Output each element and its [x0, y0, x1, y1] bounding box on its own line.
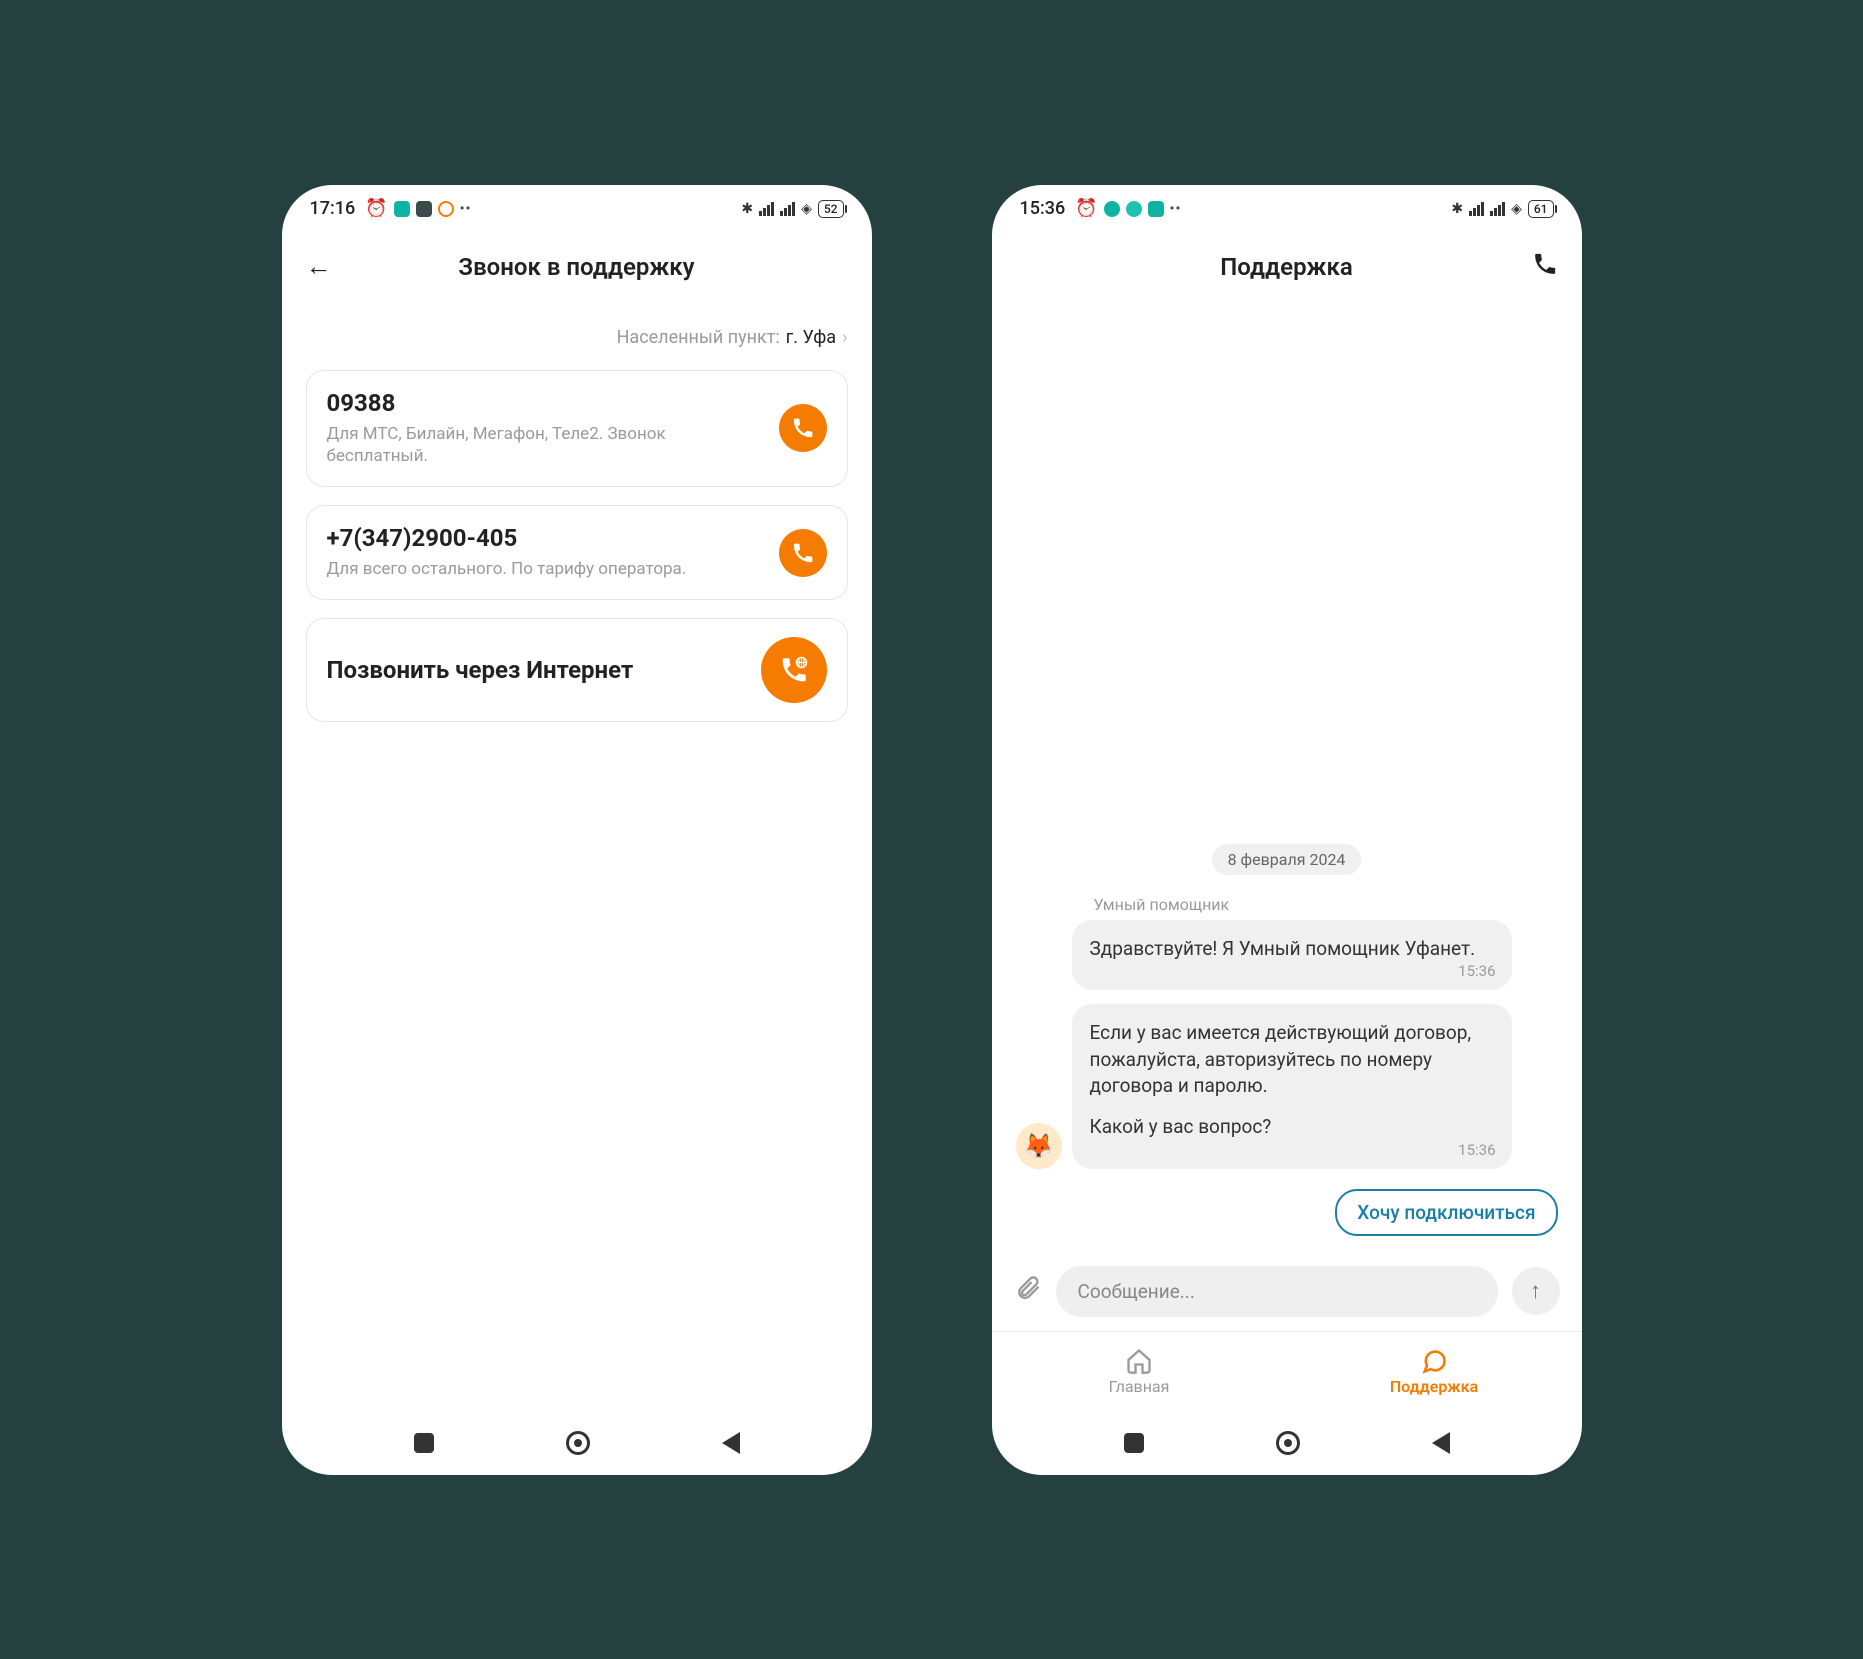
locality-label: Населенный пункт: [617, 327, 780, 348]
message-input[interactable]: Сообщение... [1056, 1266, 1498, 1317]
home-button[interactable] [566, 1431, 590, 1455]
app-indicator-icon [1148, 201, 1164, 217]
alarm-icon: ⏰ [365, 198, 387, 219]
message-text: Какой у вас вопрос? [1090, 1114, 1494, 1141]
home-button[interactable] [1276, 1431, 1300, 1455]
recents-button[interactable] [1124, 1433, 1144, 1453]
nav-support[interactable]: Поддержка [1287, 1332, 1582, 1411]
voip-title: Позвонить через Интернет [327, 656, 745, 685]
alarm-icon: ⏰ [1075, 198, 1097, 219]
message-text: Здравствуйте! Я Умный помощник Уфанет. [1090, 937, 1476, 960]
arrow-up-icon: ↑ [1530, 1278, 1541, 1304]
page-title: Поддержка [992, 253, 1582, 281]
chat-icon [1420, 1347, 1448, 1375]
back-button[interactable] [1432, 1432, 1450, 1454]
quick-reply-chip[interactable]: Хочу подключиться [1335, 1189, 1557, 1236]
message-time: 15:36 [1458, 1140, 1495, 1161]
message-text: Если у вас имеется действующий договор, … [1090, 1020, 1494, 1100]
app-header: ← Звонок в поддержку [282, 233, 872, 301]
locality-value: г. Уфа [786, 327, 836, 348]
app-indicator-icon [1104, 201, 1120, 217]
app-indicator-icon [416, 201, 432, 217]
dial-button[interactable] [779, 404, 827, 452]
back-button[interactable] [722, 1432, 740, 1454]
phone-icon [791, 416, 815, 440]
signal-icon [759, 202, 774, 216]
call-support-content: Населенный пункт: г. Уфа › 09388 Для МТС… [282, 301, 872, 1411]
chat-input-bar: Сообщение... ↑ [992, 1254, 1582, 1331]
chat-scroll[interactable]: 8 февраля 2024 Умный помощник Здравствуй… [992, 301, 1582, 1254]
home-icon [1125, 1347, 1153, 1375]
quick-reply-row: Хочу подключиться [1016, 1189, 1558, 1236]
locality-selector[interactable]: Населенный пункт: г. Уфа › [306, 327, 848, 348]
dial-button[interactable] [779, 529, 827, 577]
nav-label: Поддержка [1390, 1377, 1478, 1396]
nav-label: Главная [1109, 1377, 1170, 1396]
signal-icon [1490, 202, 1505, 216]
app-indicator-icon [438, 201, 454, 217]
phone-number: 09388 [327, 389, 763, 417]
wifi-icon [1511, 201, 1522, 217]
wifi-icon [801, 201, 812, 217]
message-row: 🦊 Если у вас имеется действующий договор… [1016, 1004, 1558, 1168]
call-card-short-number[interactable]: 09388 Для МТС, Билайн, Мегафон, Теле2. З… [306, 370, 848, 488]
chat-date-label: 8 февраля 2024 [1212, 844, 1362, 875]
app-indicator-icon [394, 201, 410, 217]
status-bar: 17:16 ⏰ •• 52 [282, 185, 872, 233]
bluetooth-icon [741, 201, 753, 217]
nav-home[interactable]: Главная [992, 1332, 1287, 1411]
status-time: 17:16 [310, 198, 356, 219]
more-indicator-icon: •• [460, 201, 472, 217]
attach-button[interactable] [1014, 1274, 1042, 1309]
app-header: Поддержка [992, 233, 1582, 301]
app-indicator-icon [1126, 201, 1142, 217]
chat-bubble: Если у вас имеется действующий договор, … [1072, 1004, 1512, 1168]
android-nav-bar [992, 1411, 1582, 1475]
page-title: Звонок в поддержку [282, 253, 872, 281]
android-nav-bar [282, 1411, 872, 1475]
send-button[interactable]: ↑ [1512, 1267, 1560, 1315]
call-card-voip[interactable]: Позвонить через Интернет [306, 618, 848, 722]
message-time: 15:36 [1458, 961, 1495, 982]
phone-number: +7(347)2900-405 [327, 524, 763, 552]
bot-avatar: 🦊 [1016, 1123, 1062, 1169]
paperclip-icon [1014, 1274, 1042, 1302]
status-bar: 15:36 ⏰ •• 61 [992, 185, 1582, 233]
message-row: Здравствуйте! Я Умный помощник Уфанет. 1… [1016, 920, 1558, 991]
chevron-right-icon: › [842, 327, 847, 348]
call-support-button[interactable] [1532, 251, 1558, 283]
voip-dial-button[interactable] [761, 637, 827, 703]
phone-call-support: 17:16 ⏰ •• 52 ← Звонок в поддержку Насел… [282, 185, 872, 1475]
bluetooth-icon [1451, 201, 1463, 217]
phone-description: Для МТС, Билайн, Мегафон, Теле2. Звонок … [327, 423, 763, 469]
status-time: 15:36 [1020, 198, 1066, 219]
signal-icon [780, 202, 795, 216]
phone-description: Для всего остального. По тарифу оператор… [327, 558, 763, 581]
phone-support-chat: 15:36 ⏰ •• 61 Поддержка 8 февраля 2024 У… [992, 185, 1582, 1475]
sender-name: Умный помощник [1094, 895, 1558, 914]
phone-icon [791, 541, 815, 565]
signal-icon [1469, 202, 1484, 216]
recents-button[interactable] [414, 1433, 434, 1453]
call-card-landline[interactable]: +7(347)2900-405 Для всего остального. По… [306, 505, 848, 600]
more-indicator-icon: •• [1170, 201, 1182, 217]
bottom-nav: Главная Поддержка [992, 1331, 1582, 1411]
phone-globe-icon [779, 655, 809, 685]
battery-indicator: 52 [818, 200, 844, 218]
battery-indicator: 61 [1528, 200, 1554, 218]
phone-icon [1532, 251, 1558, 277]
chat-bubble: Здравствуйте! Я Умный помощник Уфанет. 1… [1072, 920, 1512, 991]
chat-area: 8 февраля 2024 Умный помощник Здравствуй… [992, 301, 1582, 1411]
